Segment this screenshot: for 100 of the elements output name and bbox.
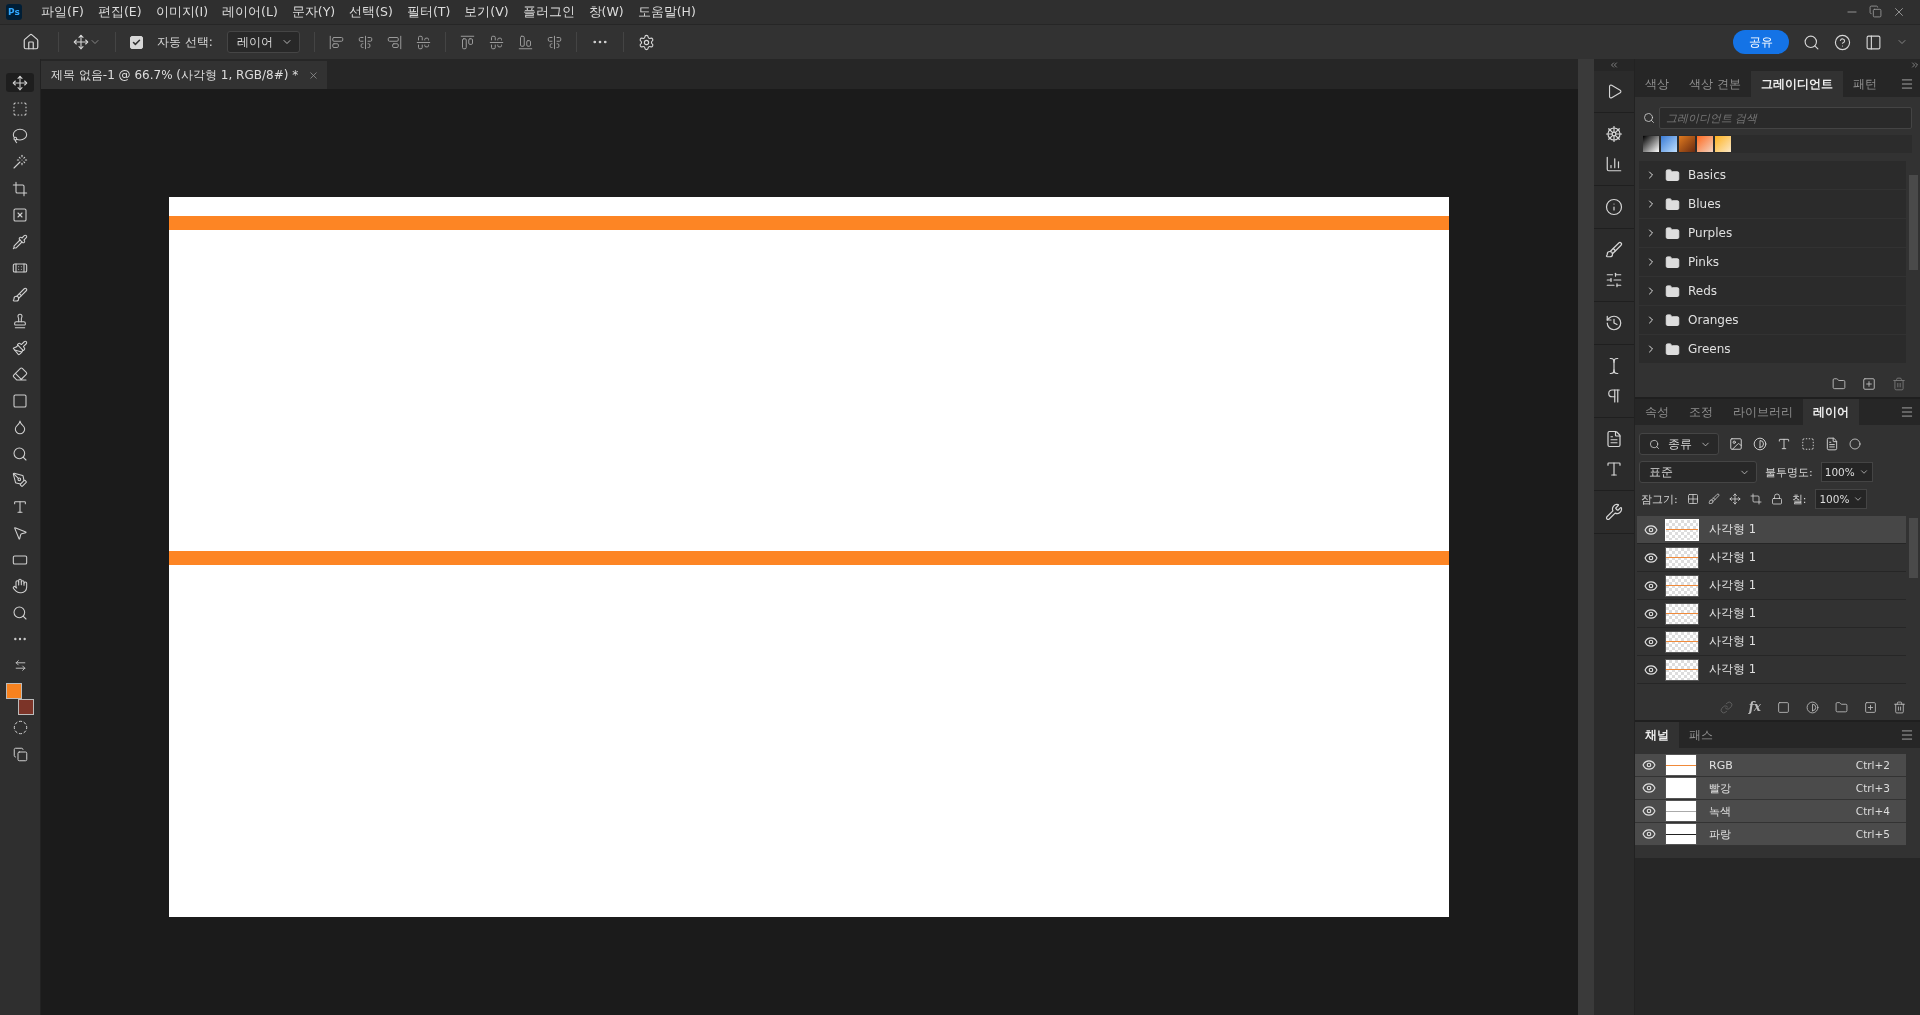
panel-tab[interactable]: 조정 [1679,399,1723,425]
settings-icon[interactable] [637,33,655,51]
tools-icon[interactable] [1605,503,1623,521]
scrollbar-thumb[interactable] [1909,175,1918,270]
gradient-swatch[interactable] [1697,136,1713,152]
gradient-folder[interactable]: Pinks [1639,248,1906,276]
menu-item[interactable]: 도움말(H) [630,0,703,24]
type-filter-icon[interactable] [1777,437,1791,451]
add-mask-icon[interactable] [1777,700,1790,714]
crop-tool-icon[interactable] [12,180,28,197]
search-icon[interactable] [1803,33,1820,51]
tool-presets-icon[interactable] [1605,271,1623,289]
layer-row[interactable]: 사각형 1 [1637,600,1906,628]
gradient-swatch[interactable] [1715,136,1731,152]
distribute-icon[interactable] [415,34,431,50]
brush-settings-icon[interactable] [1605,241,1623,259]
panel-tab[interactable]: 라이브러리 [1723,399,1803,425]
gradient-search-field[interactable]: 그레이디언트 검색 [1659,107,1912,129]
zoom-tool-icon[interactable] [12,604,28,621]
visibility-eye-icon[interactable] [1642,804,1656,818]
panel-tab[interactable]: 색상 [1635,71,1679,97]
channel-row[interactable]: 빨강 Ctrl+3 [1635,777,1906,800]
quick-selection-tool-icon[interactable] [12,154,28,170]
panel-menu-icon[interactable] [1900,405,1914,419]
panel-tab[interactable]: 그레이디언트 [1750,71,1843,97]
type-tool-icon[interactable] [12,498,28,515]
search-icon[interactable] [1643,112,1655,124]
move-tool-button[interactable] [73,34,101,50]
align-left-icon[interactable] [328,34,344,50]
smart-object-filter-icon[interactable] [1825,437,1839,451]
lasso-tool-icon[interactable] [12,127,28,144]
move-icon[interactable] [73,34,89,50]
folder-icon[interactable] [1665,283,1680,299]
visibility-eye-icon[interactable] [1644,578,1658,593]
gradient-swatch[interactable] [1643,136,1659,152]
background-color-swatch[interactable] [18,698,34,715]
swap-arrows-icon[interactable] [13,659,27,672]
lock-pixels-icon[interactable] [1707,493,1720,505]
gradient-swatch[interactable] [1679,136,1695,152]
app-logo[interactable]: Ps [6,4,22,20]
adjustment-filter-icon[interactable] [1753,437,1767,451]
stamp-tool-icon[interactable] [12,313,28,329]
visibility-eye-icon[interactable] [1642,827,1656,841]
menu-item[interactable]: 보기(V) [457,0,516,24]
target-dropdown[interactable]: 레이어 [226,31,300,53]
healing-tool-icon[interactable] [12,260,28,276]
shape-filter-icon[interactable] [1801,437,1815,451]
channel-row[interactable]: 파랑 Ctrl+5 [1635,823,1906,846]
menu-item[interactable]: 이미지(I) [148,0,216,24]
panel-tab[interactable]: 패스 [1679,722,1723,748]
panel-menu-icon[interactable] [1900,77,1914,91]
document-tab[interactable]: 제목 없음-1 @ 66.7% (사각형 1, RGB/8#) * [41,61,328,89]
align-center-icon[interactable] [357,34,373,50]
delete-layer-icon[interactable] [1893,700,1906,714]
hand-tool-icon[interactable] [12,578,28,594]
align-bottom-icon[interactable] [517,34,533,50]
panel-menu-icon[interactable] [1900,728,1914,742]
new-gradient-icon[interactable] [1862,377,1876,391]
workspace-icon[interactable] [1865,33,1882,51]
lock-position-icon[interactable] [1728,493,1741,505]
visibility-eye-icon[interactable] [1642,758,1656,772]
screen-mode-icon[interactable] [12,746,28,762]
share-button[interactable]: 공유 [1733,30,1789,54]
menu-item[interactable]: 문자(Y) [284,0,343,24]
folder-icon[interactable] [1665,312,1680,328]
gradient-folder[interactable]: Blues [1639,190,1906,218]
align-right-icon[interactable] [386,34,402,50]
folder-icon[interactable] [1665,196,1680,212]
canvas-scrollbar[interactable] [1578,59,1594,1015]
adjustment-layer-icon[interactable] [1806,700,1819,714]
quick-mask-icon[interactable] [12,720,28,735]
layer-row[interactable]: 사각형 1 [1637,516,1906,544]
align-middle-icon[interactable] [488,34,504,50]
menu-item[interactable]: 파일(F) [34,0,91,24]
menu-item[interactable]: 레이어(L) [215,0,285,24]
lock-transparency-icon[interactable] [1686,493,1699,505]
scrollbar-thumb[interactable] [1909,518,1918,578]
blend-mode-dropdown[interactable]: 표준 [1639,461,1757,483]
menu-item[interactable]: 필터(T) [399,0,458,24]
panel-tab[interactable]: 채널 [1635,722,1679,748]
close-icon[interactable] [1892,5,1906,19]
navigator-icon[interactable] [1605,125,1623,143]
visibility-eye-icon[interactable] [1644,550,1658,565]
path-selection-tool-icon[interactable] [12,525,28,541]
history-brush-tool-icon[interactable] [12,339,28,356]
gradient-folder[interactable]: Oranges [1639,306,1906,334]
search-icon[interactable] [1649,438,1660,450]
blur-tool-icon[interactable] [12,419,28,435]
visibility-eye-icon[interactable] [1644,662,1658,677]
gradient-swatch[interactable] [1661,136,1677,152]
lock-artboard-icon[interactable] [1749,493,1762,505]
gradient-folder[interactable]: Greens [1639,335,1906,363]
folder-icon[interactable] [1665,254,1680,270]
info-icon[interactable] [1605,198,1623,216]
new-layer-icon[interactable] [1864,700,1877,714]
lock-all-icon[interactable] [1770,493,1783,505]
layer-row[interactable]: 사각형 1 [1637,628,1906,656]
visibility-eye-icon[interactable] [1644,522,1658,537]
layer-row[interactable]: 사각형 1 [1637,544,1906,572]
panel-tab[interactable]: 레이어 [1803,399,1859,425]
